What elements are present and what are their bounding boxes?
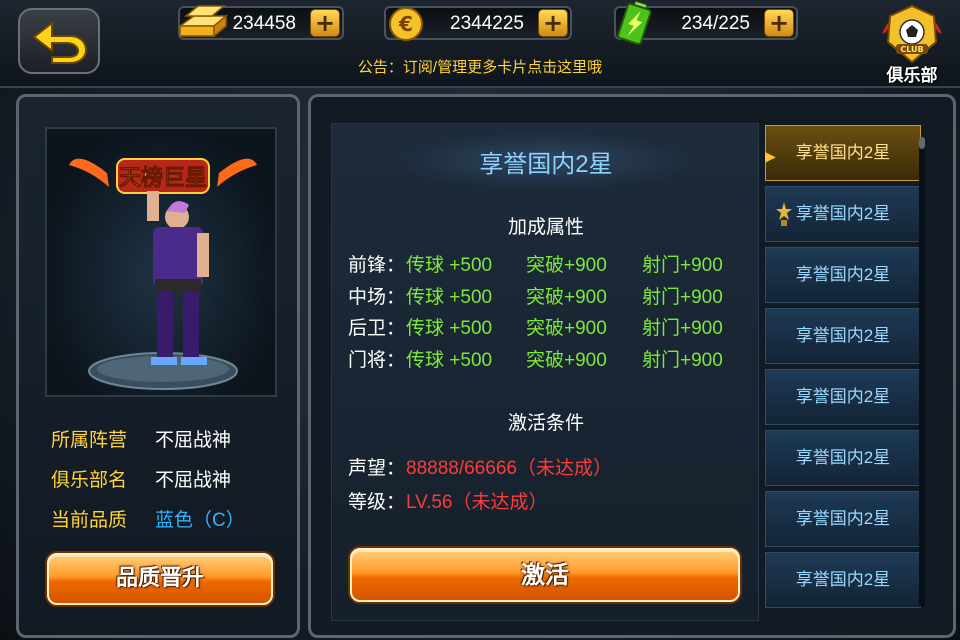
list-item[interactable]: 享誉国内2星 xyxy=(765,186,921,242)
title-badge-text: 天榜巨星 xyxy=(119,165,207,191)
gold-bar-icon xyxy=(177,5,229,38)
tier-list: 享誉国内2星 享誉国内2星 享誉国内2星 享誉国内2星 享誉国内2星 享誉国内2… xyxy=(765,123,925,621)
bonus-pass: 传球 +500 xyxy=(406,318,493,339)
selected-arrow-icon: ▶ xyxy=(765,149,776,165)
list-item[interactable]: 享誉国内2星 xyxy=(765,125,921,181)
list-item[interactable]: 享誉国内2星 xyxy=(765,491,921,547)
add-energy-button[interactable]: + xyxy=(764,9,794,37)
list-item-label: 享誉国内2星 xyxy=(795,326,891,345)
club-badge-text: CLUB xyxy=(900,45,923,54)
medal-icon xyxy=(776,202,792,226)
gold-resource: 234458 + xyxy=(177,5,344,40)
list-item[interactable]: 享誉国内2星 xyxy=(765,308,921,364)
bonus-position: 后卫： xyxy=(348,318,406,339)
euro-amount: 2344225 xyxy=(450,13,524,34)
bonus-heading: 加成属性 xyxy=(507,217,584,238)
euro-coin-icon: € xyxy=(389,7,423,41)
list-item-label: 享誉国内2星 xyxy=(795,204,891,223)
club-name-value: 不屈战神 xyxy=(155,470,232,491)
bonus-position: 门将： xyxy=(348,350,406,371)
quality-upgrade-button[interactable]: 品质晋升 xyxy=(47,553,273,605)
euro-resource: € 2344225 + xyxy=(384,6,572,41)
club-name-label: 俱乐部名 xyxy=(51,470,128,491)
list-item-label: 享誉国内2星 xyxy=(795,143,891,162)
energy-amount: 234/225 xyxy=(681,13,750,34)
list-item-label: 享誉国内2星 xyxy=(795,448,891,467)
list-item-label: 享誉国内2星 xyxy=(795,265,891,284)
bonus-dribble: 突破+900 xyxy=(526,287,607,308)
add-euro-button[interactable]: + xyxy=(538,9,568,37)
bonus-row-goalkeeper: 门将： 传球 +500 突破+900 射门+900 xyxy=(346,345,746,373)
level-label: 等级： xyxy=(348,492,406,513)
detail-card: 享誉国内2星 加成属性 前锋： 传球 +500 突破+900 射门+900 中场… xyxy=(331,123,759,621)
list-item[interactable]: 享誉国内2星 xyxy=(765,430,921,486)
detail-panel: 享誉国内2星 加成属性 前锋： 传球 +500 突破+900 射门+900 中场… xyxy=(308,94,956,638)
camp-value: 不屈战神 xyxy=(155,430,232,451)
energy-resource: 234/225 + xyxy=(614,0,798,45)
bonus-dribble: 突破+900 xyxy=(526,350,607,371)
list-scrollbar[interactable] xyxy=(919,137,925,607)
list-scroll-thumb[interactable] xyxy=(919,137,925,149)
list-item-label: 享誉国内2星 xyxy=(795,387,891,406)
player-portrait: 天榜巨星 xyxy=(45,127,277,397)
bonus-row-defender: 后卫： 传球 +500 突破+900 射门+900 xyxy=(346,313,746,341)
bonus-dribble: 突破+900 xyxy=(526,255,607,276)
player-figure: 天榜巨星 xyxy=(69,158,257,390)
club-button[interactable]: CLUB 俱乐部 xyxy=(870,4,954,86)
bonus-shoot: 射门+900 xyxy=(642,350,723,371)
bonus-shoot: 射门+900 xyxy=(642,318,723,339)
bonus-row-midfield: 中场： 传球 +500 突破+900 射门+900 xyxy=(346,282,746,310)
energy-battery-icon xyxy=(617,0,652,45)
bonus-shoot: 射门+900 xyxy=(642,287,723,308)
gold-amount: 234458 xyxy=(232,13,296,34)
top-bar: 234458 + € 2344225 + 234/225 + 公告：订阅/管理更… xyxy=(0,0,960,88)
condition-heading: 激活条件 xyxy=(507,413,584,434)
bonus-dribble: 突破+900 xyxy=(526,318,607,339)
bonus-row-forward: 前锋： 传球 +500 突破+900 射门+900 xyxy=(346,250,746,278)
bonus-position: 中场： xyxy=(348,287,406,308)
list-item[interactable]: 享誉国内2星 xyxy=(765,552,921,608)
svg-text:€: € xyxy=(398,12,413,36)
bonus-pass: 传球 +500 xyxy=(406,287,493,308)
player-panel: 天榜巨星 所属阵营 不屈战神 俱乐部名 不屈战神 当前品质 蓝色（C） 品质晋升 xyxy=(16,94,300,638)
camp-label: 所属阵营 xyxy=(51,430,128,451)
level-value: LV.56（未达成） xyxy=(406,492,548,513)
notice-banner[interactable]: 公告：订阅/管理更多卡片点击这里哦 xyxy=(0,56,960,77)
add-gold-button[interactable]: + xyxy=(310,9,340,37)
club-label: 俱乐部 xyxy=(886,66,938,86)
detail-title: 享誉国内2星 xyxy=(479,151,613,178)
bonus-position: 前锋： xyxy=(348,255,406,276)
activate-button[interactable]: 激活 xyxy=(350,548,740,602)
list-item[interactable]: 享誉国内2星 xyxy=(765,369,921,425)
reputation-label: 声望： xyxy=(348,458,406,479)
bonus-shoot: 射门+900 xyxy=(642,255,723,276)
bonus-pass: 传球 +500 xyxy=(406,255,493,276)
list-item[interactable]: 享誉国内2星 xyxy=(765,247,921,303)
bonus-pass: 传球 +500 xyxy=(406,350,493,371)
club-badge-icon: CLUB xyxy=(882,4,942,64)
list-item-label: 享誉国内2星 xyxy=(795,570,891,589)
quality-label: 当前品质 xyxy=(51,510,128,531)
quality-value: 蓝色（C） xyxy=(155,510,245,531)
reputation-value: 88888/66666（未达成） xyxy=(406,458,612,479)
list-item-label: 享誉国内2星 xyxy=(795,509,891,528)
